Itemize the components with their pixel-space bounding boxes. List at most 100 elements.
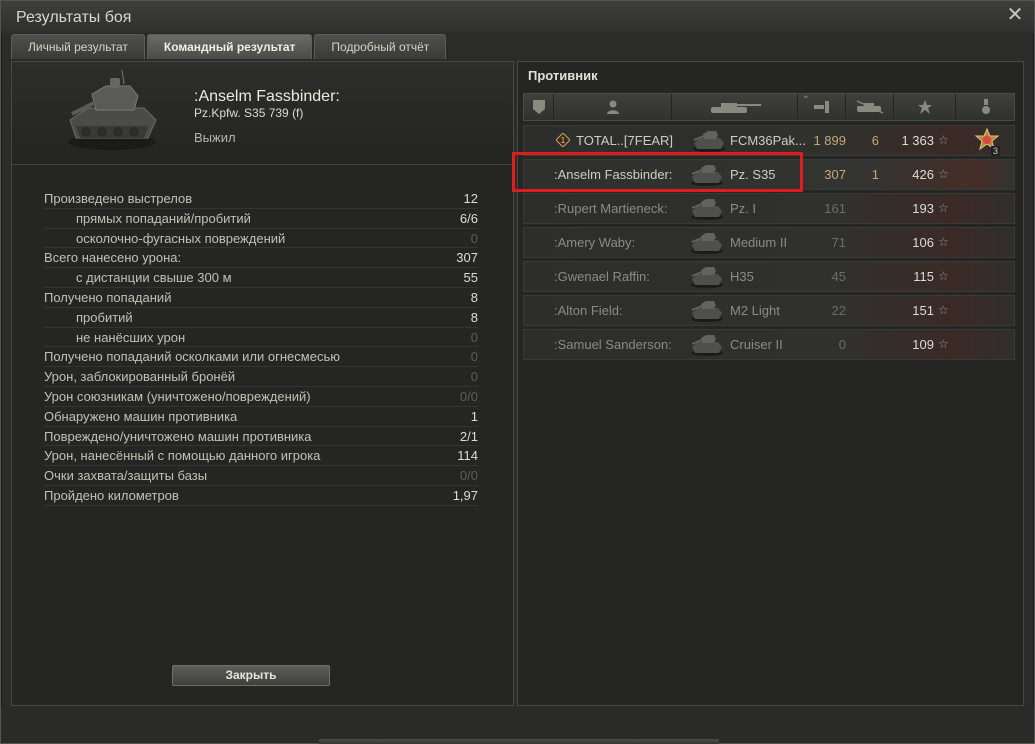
xp-star-icon: ☆ <box>938 167 949 181</box>
tab-personal-result[interactable]: Личный результат <box>11 34 145 59</box>
player-details-panel: :Anselm Fassbinder: Pz.Kpfw. S35 739 (f)… <box>11 61 514 706</box>
medal-icon[interactable]: 3 <box>974 127 1000 156</box>
stat-value: 0 <box>470 329 478 345</box>
close-button[interactable]: Закрыть <box>172 665 330 686</box>
player-name-cell: TOTAL..[7FEAR] <box>576 133 674 148</box>
vehicle-cell: Cruiser II <box>730 337 783 352</box>
player-name: :Anselm Fassbinder: <box>194 88 340 105</box>
close-icon[interactable]: ✕ <box>1006 5 1024 25</box>
stat-value: 55 <box>463 270 478 286</box>
team-table-header: ⌄ <box>523 90 1016 121</box>
vehicle-cell: H35 <box>730 269 754 284</box>
svg-text:1: 1 <box>561 136 566 145</box>
damage-cell: 71 <box>831 235 846 250</box>
tab-team-result[interactable]: Командный результат <box>146 34 313 59</box>
medal-count: 3 <box>990 146 1000 156</box>
stat-row: Всего нанесено урона: 307 <box>44 248 478 269</box>
stat-value: 0/0 <box>459 388 478 404</box>
kills-cell <box>859 330 879 359</box>
player-name-cell: :Samuel Sanderson: <box>554 337 672 352</box>
stat-label: Произведено выстрелов <box>44 191 193 206</box>
kills-cell: 1 <box>871 167 879 182</box>
xp-star-icon: ☆ <box>938 303 949 317</box>
damage-cell: 1 899 <box>813 133 846 148</box>
player-name-cell: :Alton Field: <box>554 303 623 318</box>
stat-row: Получено попаданий 8 <box>44 288 478 308</box>
xp-cell: 106 <box>912 235 934 250</box>
vehicle-icon[interactable] <box>672 94 798 120</box>
damage-cell: 307 <box>824 167 846 182</box>
stat-value: 8 <box>470 289 478 305</box>
player-row[interactable]: :Gwenael Raffin: H35 45 115 ☆ <box>523 261 1015 292</box>
stat-value: 12 <box>463 191 478 206</box>
player-row[interactable]: :Alton Field: M2 Light 22 151 ☆ <box>523 295 1015 326</box>
player-row[interactable]: :Rupert Martieneck: Pz. I 161 193 ☆ <box>523 193 1015 224</box>
xp-star-icon: ☆ <box>938 337 949 351</box>
tab-detailed-report[interactable]: Подробный отчёт <box>314 34 447 59</box>
stat-label: осколочно-фугасных повреждений <box>76 230 286 246</box>
survival-status: Выжил <box>194 130 236 145</box>
stat-row: Урон, нанесённый с помощью данного игрок… <box>44 446 478 467</box>
player-name-cell: :Gwenael Raffin: <box>554 269 650 284</box>
stat-value: 2/1 <box>459 428 478 444</box>
player-row[interactable]: :Samuel Sanderson: Cruiser II 0 109 ☆ <box>523 329 1015 360</box>
enemy-team-title: Противник <box>528 68 598 83</box>
stat-value: 0/0 <box>459 468 478 484</box>
stat-label: Урон, нанесённый с помощью данного игрок… <box>44 448 321 464</box>
kills-icon[interactable] <box>846 94 894 120</box>
tank-image-icon <box>68 69 157 150</box>
stat-row: Урон союзникам (уничтожено/повреждений) 0… <box>44 387 478 407</box>
stat-label: Пройдено километров <box>44 487 179 503</box>
stat-row: Обнаружено машин противника 1 <box>44 407 478 427</box>
player-icon[interactable] <box>554 94 672 120</box>
xp-cell: 109 <box>912 337 934 352</box>
stat-row: Получено попаданий осколками или огнесме… <box>44 347 478 368</box>
xp-cell: 151 <box>912 303 934 318</box>
kills-cell <box>859 228 879 257</box>
vehicle-cell: M2 Light <box>730 303 780 318</box>
stat-row: с дистанции свыше 300 м 55 <box>44 268 478 288</box>
stat-row: прямых попаданий/пробитий 6/6 <box>44 209 478 229</box>
medal-icon[interactable] <box>956 94 1016 120</box>
window-title: Результаты боя <box>16 9 132 26</box>
player-row[interactable]: :Amery Waby: Medium II 71 106 ☆ <box>523 227 1015 258</box>
xp-star-icon: ☆ <box>938 201 949 215</box>
stat-label: Получено попаданий <box>44 289 172 305</box>
vehicle-cell: FCM36Pak... <box>730 133 806 148</box>
stat-row: Пройдено километров 1,97 <box>44 486 478 506</box>
platoon-badge-icon: 1 <box>556 133 570 147</box>
stat-value: 0 <box>470 349 478 365</box>
damage-icon[interactable]: ⌄ <box>798 90 846 120</box>
vehicle-cell: Medium II <box>730 235 788 250</box>
tab-bar: Личный результат Командный результат Под… <box>11 34 447 59</box>
stat-row: осколочно-фугасных повреждений 0 <box>44 229 478 249</box>
stat-value: 1 <box>470 408 478 424</box>
stat-value: 1,97 <box>452 487 478 503</box>
damage-cell: 161 <box>824 201 846 216</box>
xp-star-icon: ☆ <box>938 235 949 249</box>
stat-label: Урон союзникам (уничтожено/повреждений) <box>44 388 311 404</box>
stat-label: прямых попаданий/пробитий <box>76 210 251 226</box>
stat-row: Произведено выстрелов 12 <box>44 189 478 209</box>
stat-label: Очки захвата/защиты базы <box>44 468 208 484</box>
stat-label: Обнаружено машин противника <box>44 408 238 424</box>
damage-cell: 45 <box>831 269 846 284</box>
kills-cell <box>859 194 879 223</box>
stat-label: пробитий <box>76 309 133 325</box>
stat-row: Урон, заблокированный бронёй 0 <box>44 367 478 387</box>
damage-cell: 0 <box>838 337 846 352</box>
xp-star-icon[interactable] <box>894 94 956 120</box>
bottom-strip <box>1 707 1034 743</box>
xp-cell: 1 363 <box>901 133 934 148</box>
battle-results-window: Результаты боя ✕ Личный результат Команд… <box>0 0 1035 744</box>
squad-icon[interactable] <box>524 94 554 120</box>
stat-label: Получено попаданий осколками или огнесме… <box>44 349 340 365</box>
kills-cell <box>859 296 879 325</box>
player-name-cell: :Rupert Martieneck: <box>554 201 668 216</box>
stat-value: 6/6 <box>459 210 478 226</box>
stat-label: с дистанции свыше 300 м <box>76 270 232 286</box>
vehicle-name: Pz.Kpfw. S35 739 (f) <box>194 106 304 120</box>
kills-cell <box>859 262 879 291</box>
title-bar[interactable]: Результаты боя ✕ <box>1 1 1034 33</box>
stat-row: Повреждено/уничтожено машин противника 2/… <box>44 427 478 447</box>
